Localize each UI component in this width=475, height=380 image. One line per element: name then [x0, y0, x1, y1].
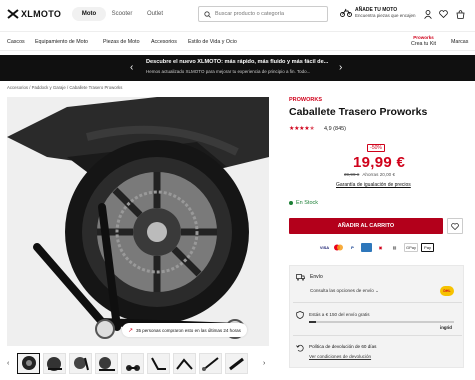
card-icon-1: ▣ [378, 245, 383, 250]
heart-icon [451, 222, 459, 230]
nav-piezas[interactable]: Piezas de Moto [103, 39, 140, 45]
add-to-cart-button[interactable]: AÑADIR AL CARRITO [289, 218, 443, 234]
category-nav: Cascos Equipamiento de Moto Piezas de Mo… [0, 31, 475, 51]
returns-title: Política de devolución de 60 días [309, 344, 377, 349]
stock-status: En Stock [289, 200, 318, 206]
site-logo[interactable]: XLMOTO [7, 9, 61, 19]
mastercard-icon [333, 243, 344, 252]
card-icon-2: ▤ [392, 245, 397, 250]
nav-marcas[interactable]: Marcas [451, 39, 468, 45]
gpay-icon: GPay [404, 243, 418, 252]
shipping-options-text: Consulta las opciones de envío [310, 288, 374, 293]
tab-moto[interactable]: Moto [72, 7, 106, 21]
motorcycle-stand-image [7, 97, 269, 346]
banner-prev-icon[interactable]: ‹ [130, 62, 133, 73]
tab-outlet[interactable]: Outlet [139, 7, 171, 21]
stock-dot-icon [289, 201, 293, 205]
thumbnail-9[interactable] [225, 353, 248, 374]
price-guarantee-link[interactable]: Garantía de igualación de precios [336, 182, 411, 188]
divider [293, 335, 462, 336]
product-brand[interactable]: PROWORKS [289, 97, 322, 103]
old-price-row: 39,99 € Ahorras 20,00 € [344, 172, 395, 177]
product-title: Caballete Trasero Proworks [289, 106, 428, 118]
banner-next-icon[interactable]: › [339, 62, 342, 73]
star-rating: ★★★★★ [289, 126, 315, 132]
discount-badge: -50% [367, 144, 385, 152]
wishlist-button[interactable] [447, 218, 463, 234]
top-header: XLMOTO Moto Scooter Outlet Buscar produc… [0, 0, 475, 30]
trend-icon: ↗ [128, 327, 134, 334]
add-moto-button[interactable]: AÑADE TU MOTO Encuentra piezas que encaj… [340, 7, 416, 18]
search-icon [204, 10, 211, 18]
progress-fill [309, 321, 317, 323]
shield-icon [296, 311, 304, 319]
return-icon [296, 344, 304, 352]
shipping-panel: Envío Consulta las opciones de envío ⌄ D… [289, 265, 464, 368]
breadcrumb[interactable]: Accesorios / Paddock y Garaje / Caballet… [7, 85, 122, 90]
shipping-title: Envío [310, 274, 323, 280]
visa-icon: VISA [319, 245, 330, 250]
logo-icon [7, 9, 19, 19]
motorcycle-icon [340, 8, 352, 17]
thumb-next-icon[interactable]: › [263, 360, 265, 367]
free-shipping-progress [309, 321, 454, 323]
cart-icon[interactable] [456, 10, 465, 19]
logo-text: XLMOTO [21, 9, 62, 19]
nav-estilo[interactable]: Estilo de Vida y Ocio [188, 39, 237, 45]
announcement-banner: ‹ Descubre el nuevo XLMOTO: más rápido, … [0, 55, 475, 81]
paypal-icon: P [351, 245, 354, 250]
carrier-logo: DHL [440, 286, 454, 296]
old-price: 39,99 € [344, 172, 360, 177]
tab-scooter[interactable]: Scooter [106, 7, 138, 21]
thumbnail-8[interactable] [199, 353, 222, 374]
product-image[interactable]: ↗ 35 personas compraron esto en las últi… [7, 97, 269, 346]
nav-cascos[interactable]: Cascos [7, 39, 25, 45]
social-proof-badge: ↗ 35 personas compraron esto en las últi… [122, 323, 247, 337]
thumbnail-7[interactable] [173, 353, 196, 374]
search-placeholder: Buscar producto o categoría [215, 11, 285, 17]
applepay-icon: Pay [421, 243, 434, 252]
nav-accesorios[interactable]: Accesorios [151, 39, 177, 45]
add-moto-subtitle: Encuentra piezas que encajen [355, 13, 416, 18]
social-proof-text: 35 personas compraron esto en las última… [136, 327, 241, 333]
thumbnail-strip: ‹ › [0, 351, 275, 376]
thumbnail-5[interactable] [121, 353, 144, 374]
nav-crea-kit[interactable]: Proworks Crea tu Kit [411, 35, 436, 47]
savings: Ahorras 20,00 € [362, 172, 396, 177]
thumbnail-1[interactable] [17, 353, 40, 374]
thumbnail-2[interactable] [43, 353, 66, 374]
divider [293, 302, 462, 303]
thumbnail-4[interactable] [95, 353, 118, 374]
heart-icon[interactable] [439, 10, 448, 18]
partner-logo: ingrid [440, 325, 452, 330]
rating-text[interactable]: 4,9 (845) [324, 126, 346, 132]
price: 19,99 € [353, 154, 406, 171]
banner-title: Descubre el nuevo XLMOTO: más rápido, má… [146, 59, 329, 65]
thumbnail-3[interactable] [69, 353, 92, 374]
thumbnail-6[interactable] [147, 353, 170, 374]
banner-text: Hemos actualizado XLMOTO para mejorar tu… [146, 69, 311, 74]
free-shipping-text: Estás a € 150 del envío gratis [309, 312, 370, 317]
stock-text: En Stock [296, 200, 319, 206]
kit-label: Crea tu Kit [411, 41, 437, 47]
thumb-prev-icon[interactable]: ‹ [7, 360, 9, 367]
amex-icon [361, 243, 372, 252]
returns-link[interactable]: Ver condiciones de devolución [309, 354, 371, 359]
truck-icon [296, 274, 305, 281]
user-icon[interactable] [424, 10, 432, 19]
nav-equipamiento[interactable]: Equipamiento de Moto [35, 39, 88, 45]
chevron-down-icon: ⌄ [375, 288, 379, 293]
shipping-options-link[interactable]: Consulta las opciones de envío ⌄ [310, 288, 379, 294]
search-input[interactable]: Buscar producto o categoría [198, 6, 328, 22]
